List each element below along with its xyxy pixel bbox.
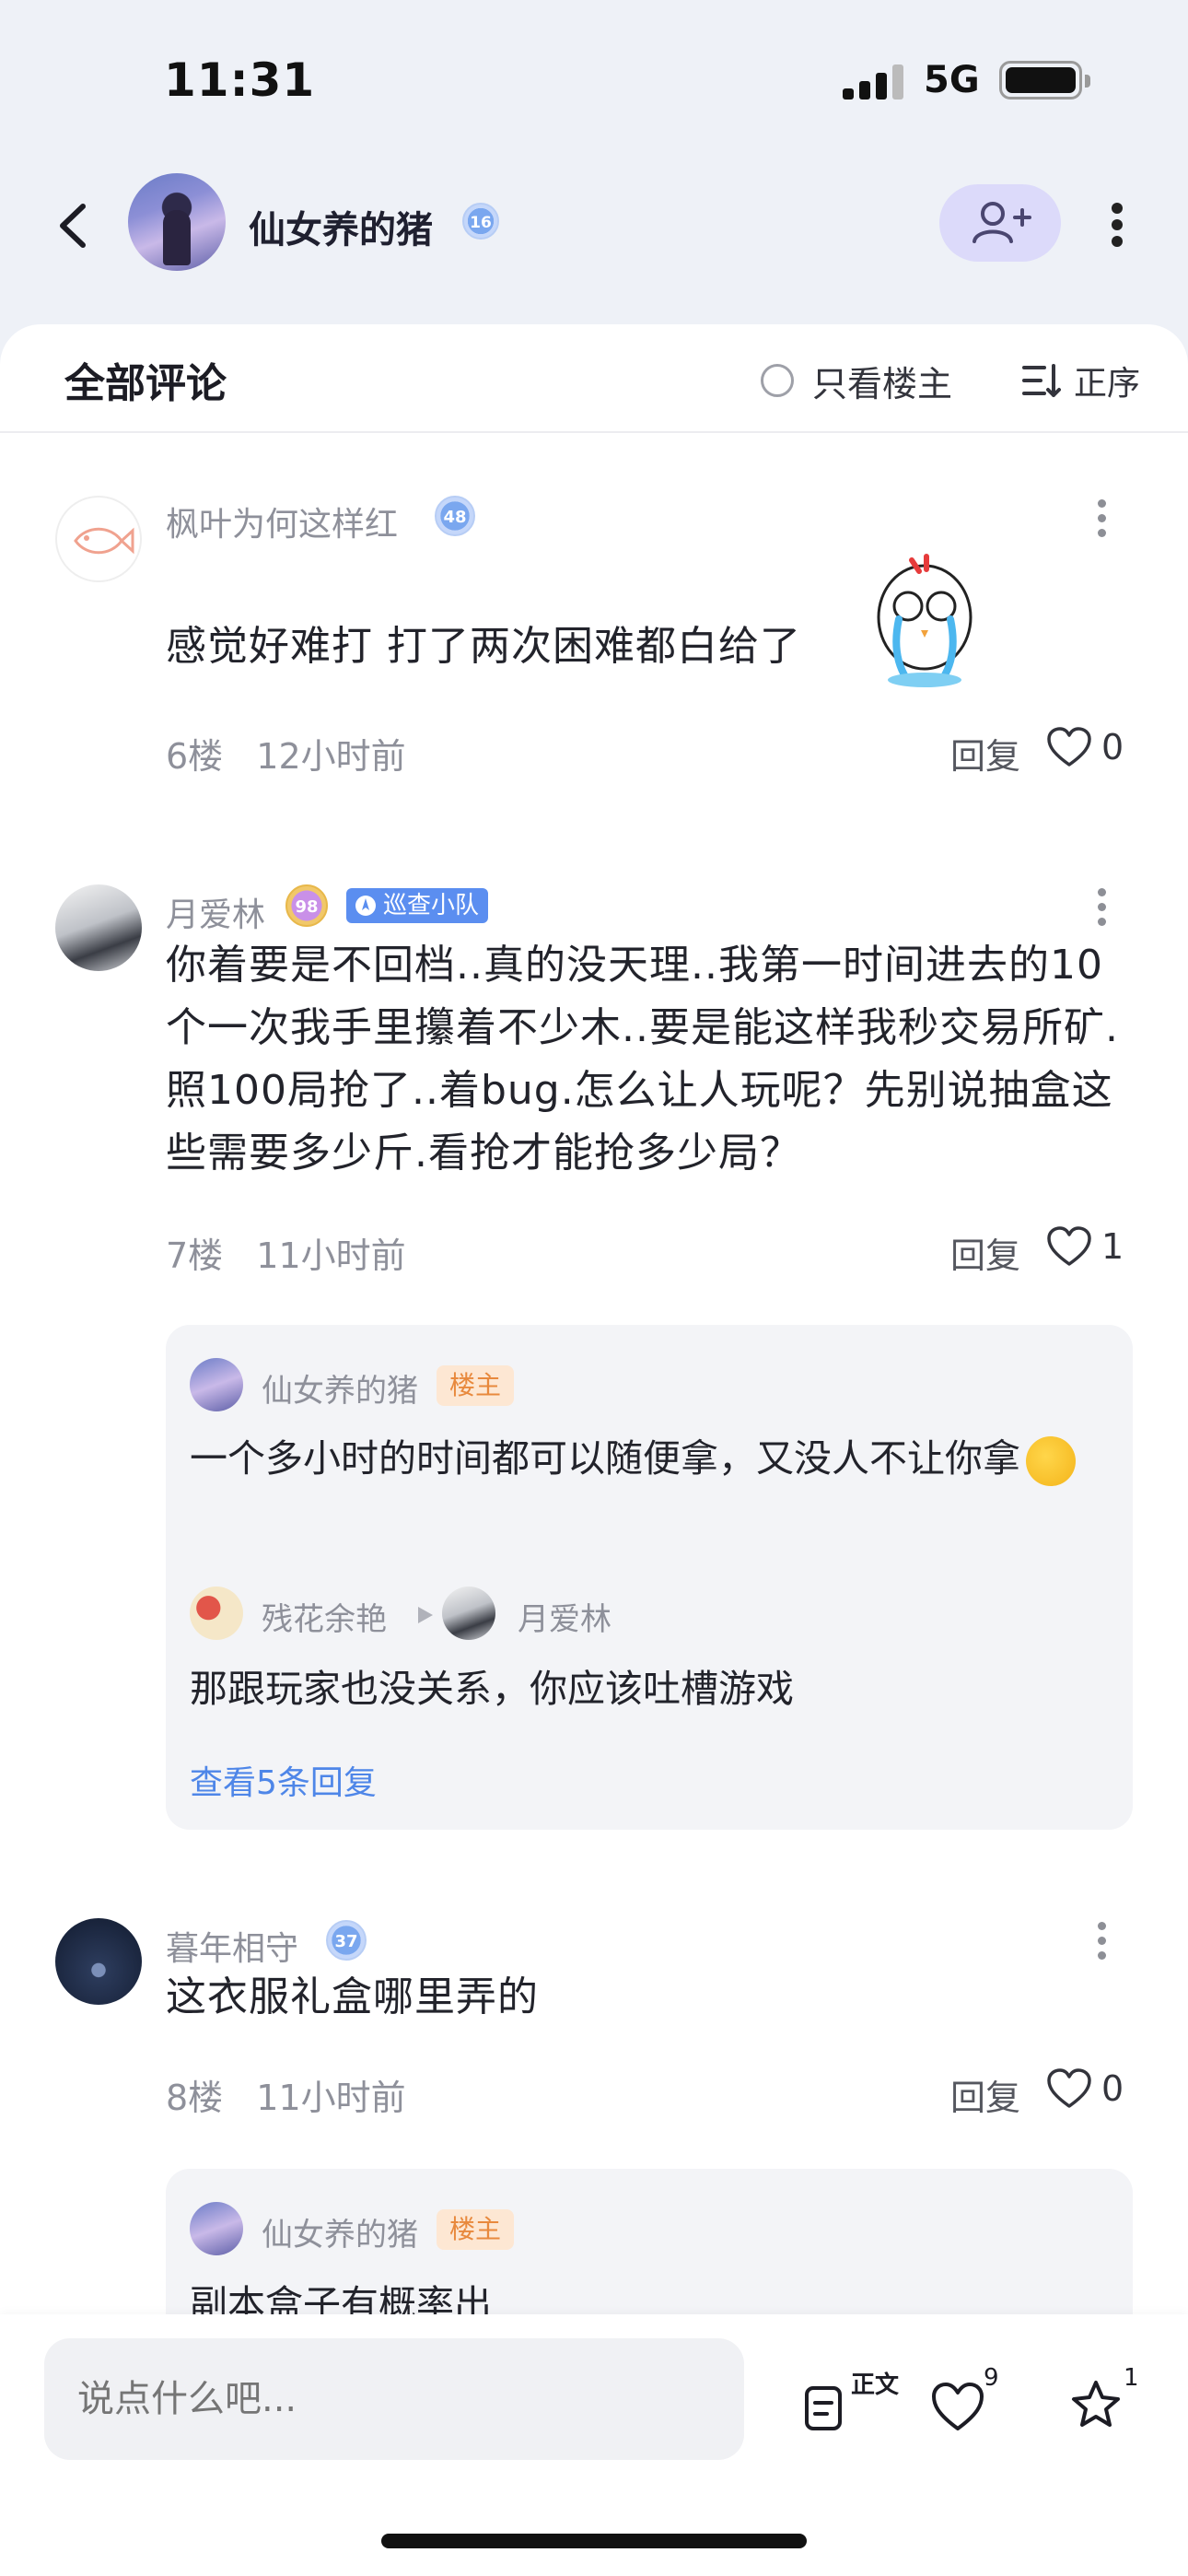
like-count: 0 — [1101, 727, 1124, 767]
signal-icon — [843, 64, 903, 100]
only-op-label: 只看楼主 — [812, 363, 953, 404]
comment-input[interactable] — [44, 2338, 744, 2460]
reply-author-name[interactable]: 仙女养的猪 — [262, 1365, 418, 1411]
avatar[interactable] — [55, 496, 142, 582]
comments-tabbar: 全部评论 只看楼主 正序 — [0, 324, 1188, 433]
reply-to-arrow-icon — [418, 1607, 433, 1623]
avatar[interactable] — [442, 1587, 495, 1640]
favorite-count: 1 — [1124, 2364, 1139, 2392]
status-bar: 11:31 5G — [0, 0, 1188, 157]
like-count: 1 — [1101, 1226, 1124, 1267]
time-label: 11小时前 — [256, 2078, 406, 2118]
crying-sticker — [866, 553, 985, 691]
like-count: 0 — [1101, 2068, 1124, 2109]
radio-icon[interactable] — [761, 364, 794, 397]
like-button[interactable]: 0 — [1046, 724, 1124, 770]
fish-avatar-icon — [74, 527, 134, 555]
all-comments-title: 全部评论 — [64, 360, 227, 407]
comment-floor-time: 7楼 11小时前 — [166, 1227, 406, 1278]
post-like-count: 9 — [984, 2364, 999, 2392]
patrol-team-badge: 巡查小队 — [346, 888, 489, 923]
comment-floor-time: 6楼 12小时前 — [166, 728, 406, 779]
avatar[interactable] — [190, 1358, 243, 1411]
avatar[interactable] — [190, 1587, 243, 1640]
post-like-button[interactable]: 9 — [921, 2360, 1004, 2443]
heart-icon — [1047, 727, 1091, 767]
reply-text: 一个多小时的时间都可以随便拿，又没人不让你拿 — [190, 1426, 1111, 1491]
favorite-button[interactable]: 1 — [1057, 2360, 1140, 2443]
follow-button[interactable] — [939, 184, 1061, 262]
reply-author-name[interactable]: 残花余艳 — [262, 1594, 387, 1639]
status-time: 11:31 — [164, 53, 316, 107]
reply-target-name[interactable]: 月爱林 — [518, 1594, 611, 1639]
sort-icon — [1022, 364, 1061, 397]
reply-text: 那跟玩家也没关系，你应该吐槽游戏 — [190, 1667, 794, 1711]
op-badge: 楼主 — [437, 2209, 515, 2250]
reply-thread: 仙女养的猪 楼主 一个多小时的时间都可以随便拿，又没人不让你拿 残花余艳 月爱林… — [166, 1325, 1133, 1830]
author-avatar[interactable] — [128, 173, 226, 271]
reply-button[interactable]: 回复 — [950, 728, 1020, 779]
time-label: 11小时前 — [256, 1235, 406, 1276]
avatar[interactable] — [55, 1918, 142, 2005]
level-badge: 37 — [326, 1920, 367, 1961]
chevron-left-icon — [60, 204, 86, 248]
floor-label: 7楼 — [166, 1235, 224, 1276]
network-label: 5G — [924, 59, 980, 101]
comments-panel: 全部评论 只看楼主 正序 枫叶为何这样红 48 感觉好难打 打了两次困难都白给了… — [0, 324, 1188, 2576]
level-badge: 98 — [285, 884, 328, 927]
time-label: 12小时前 — [256, 736, 406, 777]
commenter-name[interactable]: 暮年相守 — [166, 1922, 298, 1970]
op-badge: 楼主 — [437, 1365, 515, 1406]
author-name[interactable]: 仙女养的猪 — [249, 200, 433, 253]
reply-author-name[interactable]: 仙女养的猪 — [262, 2209, 418, 2254]
avatar[interactable] — [55, 884, 142, 971]
comment-text: 感觉好难打 打了两次困难都白给了 — [166, 623, 801, 670]
thinking-emoji — [1026, 1436, 1076, 1486]
back-button[interactable] — [46, 193, 101, 258]
floor-label: 6楼 — [166, 736, 224, 777]
battery-icon — [999, 61, 1090, 100]
reply-button[interactable]: 回复 — [950, 1227, 1020, 1278]
badge-label: 巡查小队 — [383, 892, 480, 919]
comment-more-button[interactable] — [1089, 496, 1116, 542]
heart-icon — [1047, 1226, 1091, 1266]
like-button[interactable]: 1 — [1046, 1224, 1124, 1270]
comment-more-button[interactable] — [1089, 1918, 1116, 1964]
view-more-replies-link[interactable]: 查看5条回复 — [190, 1756, 377, 1804]
comment-floor-time: 8楼 11小时前 — [166, 2069, 406, 2120]
compass-icon — [355, 896, 376, 916]
comment-more-button[interactable] — [1089, 884, 1116, 931]
floor-label: 8楼 — [166, 2078, 224, 2118]
add-user-icon — [973, 202, 1031, 243]
sort-button[interactable]: 正序 — [1020, 357, 1140, 404]
article-button[interactable]: 正文 — [783, 2360, 899, 2443]
level-badge: 48 — [435, 496, 475, 536]
comment-text: 这衣服礼盒哪里弄的 — [166, 1973, 539, 2020]
article-label: 正文 — [851, 2371, 900, 2399]
post-header: 仙女养的猪 16 — [0, 157, 1188, 322]
commenter-name[interactable]: 枫叶为何这样红 — [166, 498, 398, 545]
heart-icon — [1047, 2068, 1091, 2108]
home-indicator — [381, 2534, 807, 2548]
reply-button[interactable]: 回复 — [950, 2069, 1020, 2120]
comment-text: 你着要是不回档..真的没天理..我第一时间进去的10个一次我手里攥着不少木..要… — [166, 942, 1119, 1177]
more-options-button[interactable] — [1096, 197, 1138, 252]
commenter-name[interactable]: 月爱林 — [166, 888, 265, 936]
sort-label: 正序 — [1074, 365, 1141, 403]
only-op-toggle[interactable]: 只看楼主 — [761, 357, 952, 404]
like-button[interactable]: 0 — [1046, 2066, 1124, 2112]
avatar[interactable] — [190, 2202, 243, 2255]
author-level-badge: 16 — [462, 203, 499, 240]
